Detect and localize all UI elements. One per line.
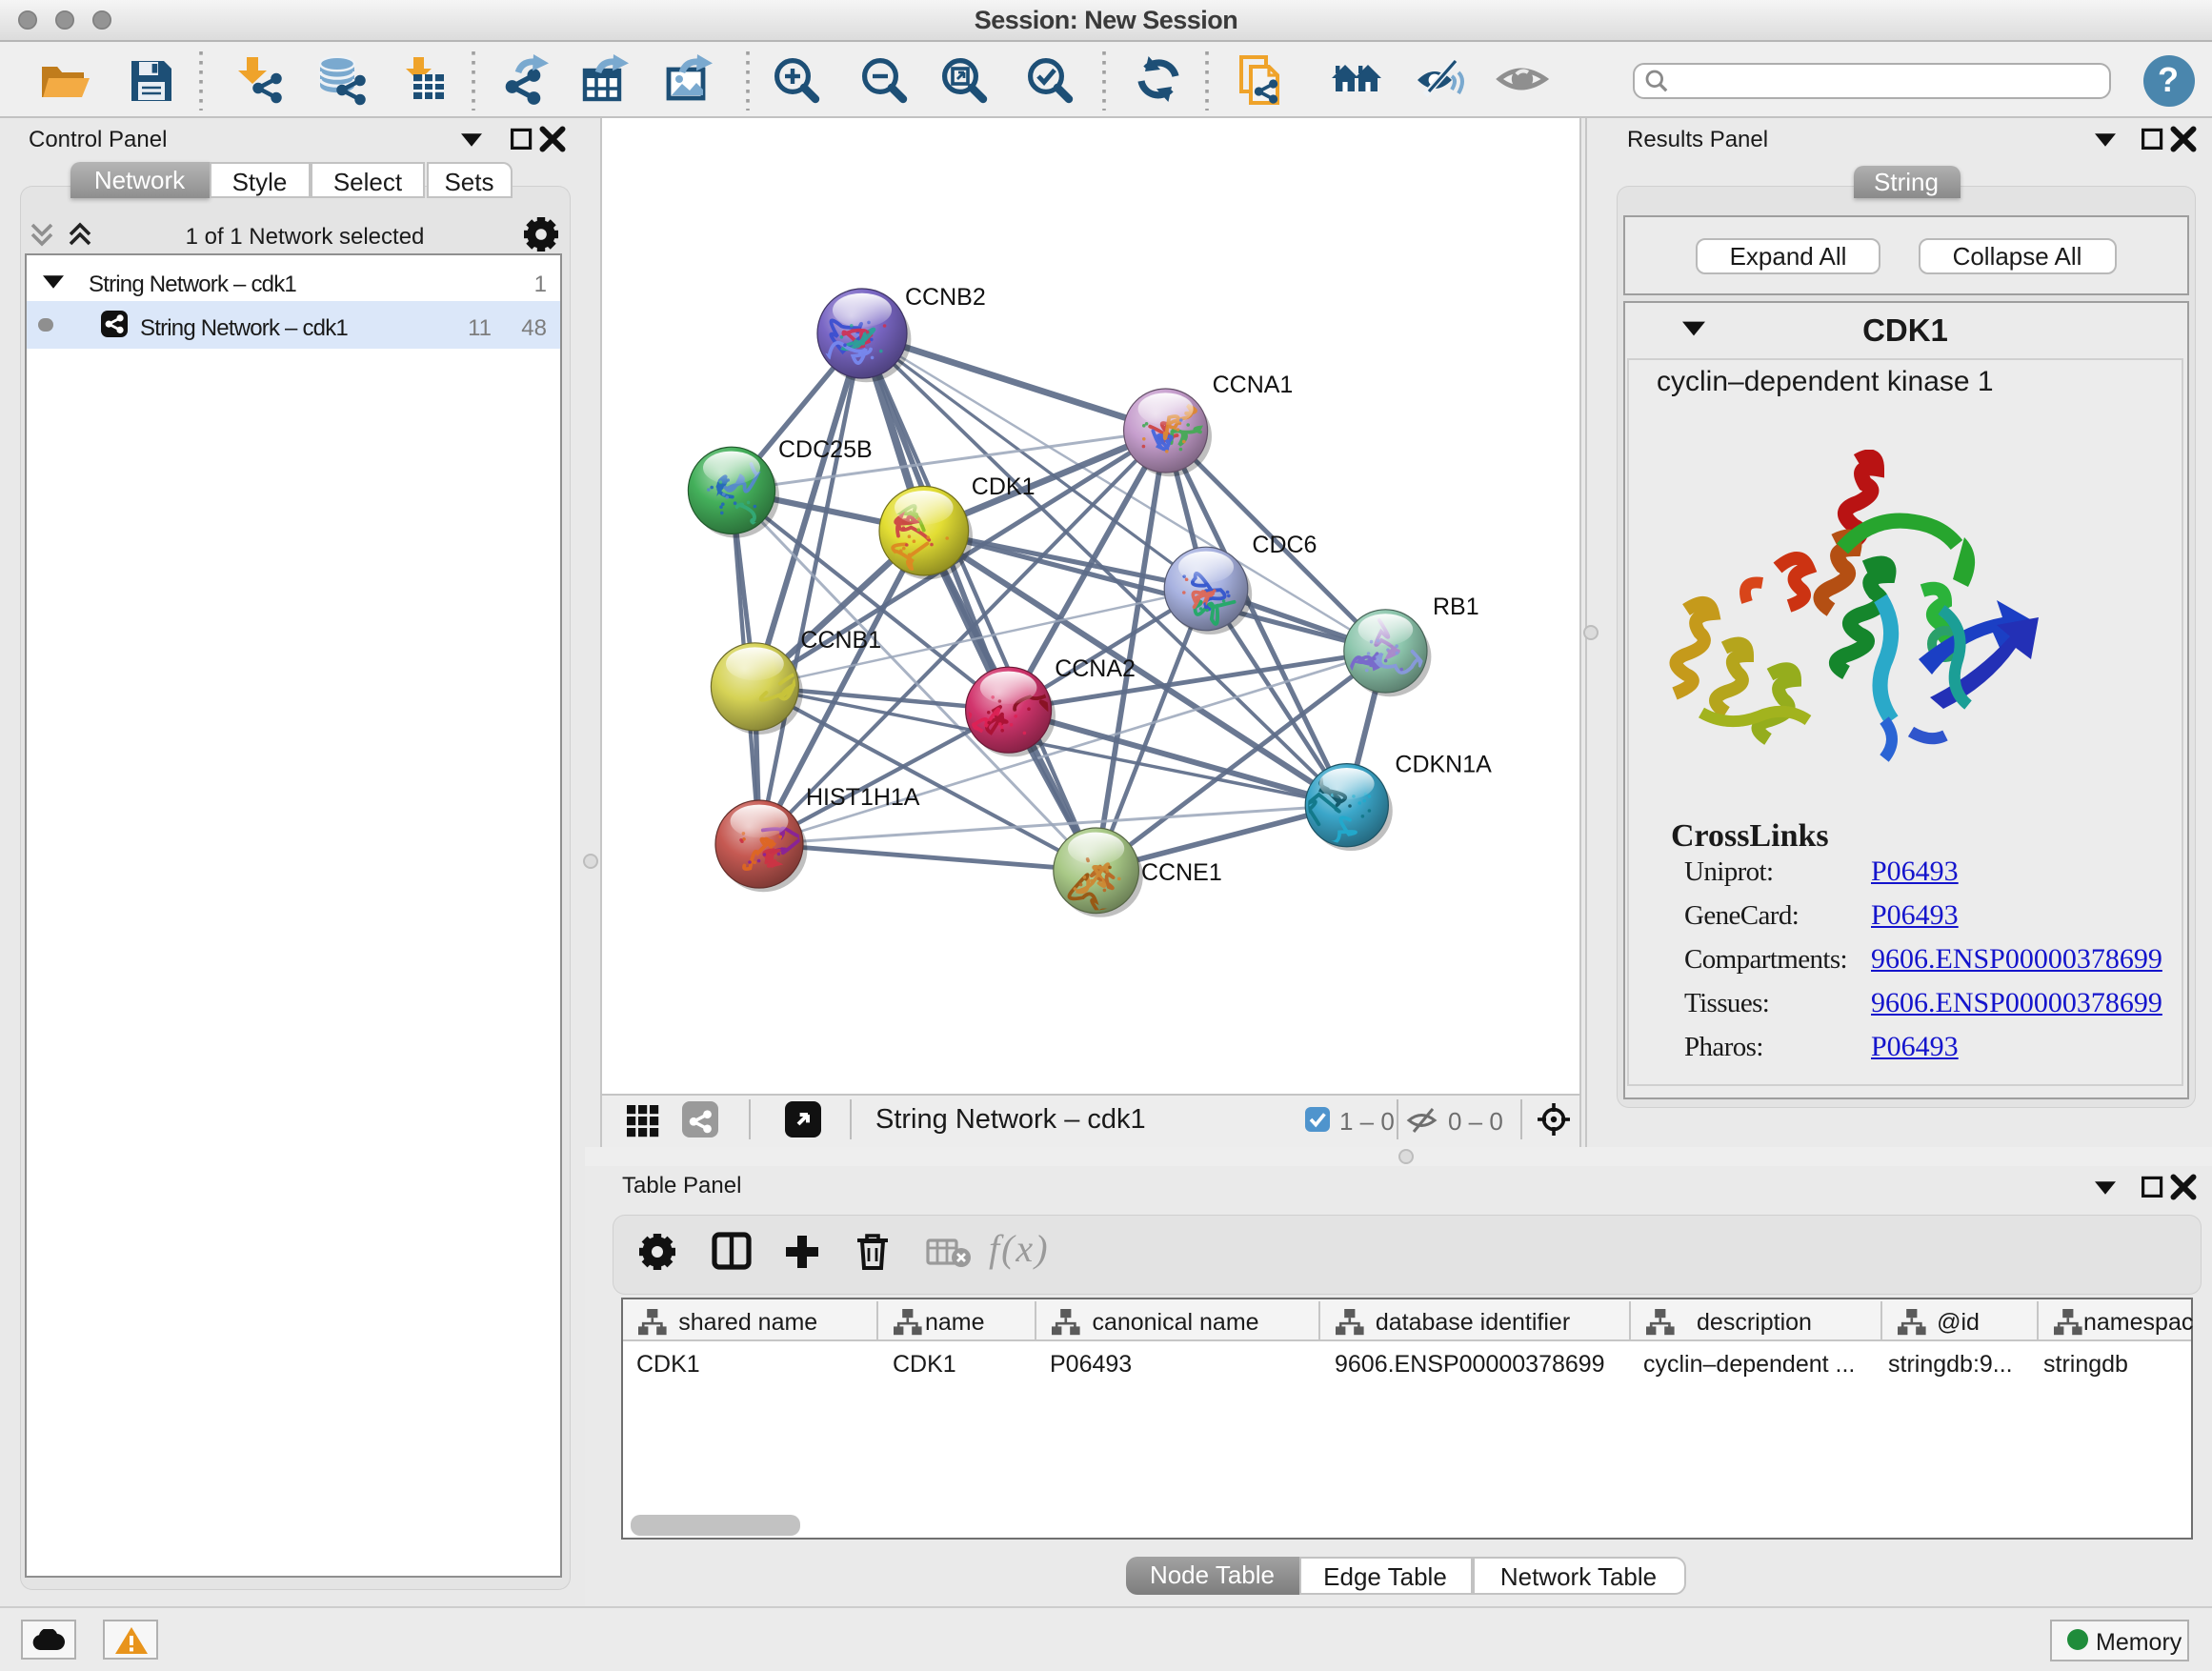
svg-text:HIST1H1A: HIST1H1A	[805, 784, 919, 811]
svg-text:CDKN1A: CDKN1A	[1394, 751, 1491, 777]
svg-text:CCNA1: CCNA1	[1212, 372, 1293, 398]
svg-text:CCNB1: CCNB1	[799, 627, 880, 654]
svg-text:CDC25B: CDC25B	[777, 436, 872, 463]
svg-text:CCNB2: CCNB2	[904, 284, 985, 311]
svg-text:CDC6: CDC6	[1251, 532, 1316, 558]
svg-text:CCNA2: CCNA2	[1054, 655, 1135, 682]
svg-text:CDK1: CDK1	[971, 473, 1035, 500]
svg-text:RB1: RB1	[1432, 594, 1478, 620]
svg-text:CCNE1: CCNE1	[1140, 859, 1221, 886]
